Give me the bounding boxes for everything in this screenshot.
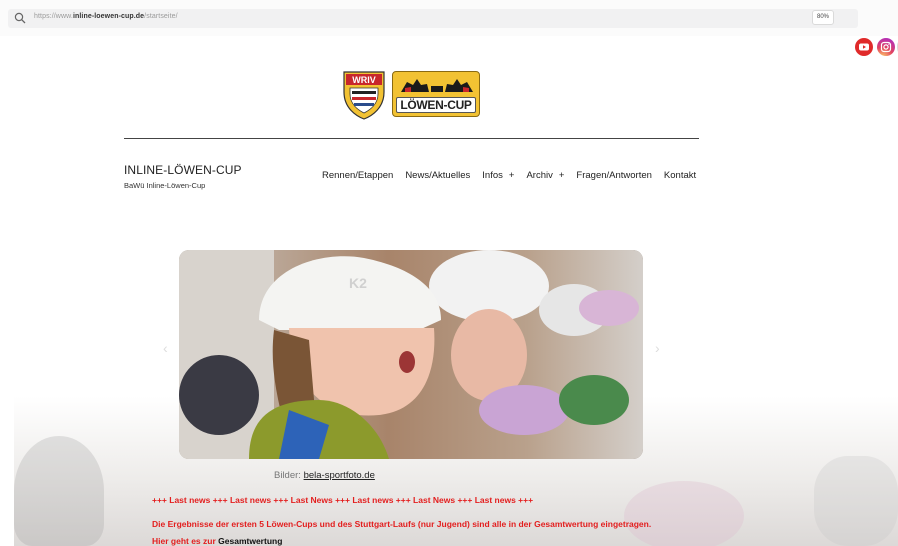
search-icon <box>14 12 26 24</box>
gesamtwertung-link[interactable]: Gesamtwertung <box>218 536 282 546</box>
wriv-logo[interactable]: WRIV <box>342 70 386 120</box>
hero-slider[interactable]: K2 ‹ › <box>179 250 643 459</box>
main-navigation: Rennen/Etappen News/Aktuelles Infos + Ar… <box>322 170 708 181</box>
background-helmet-center <box>624 481 744 546</box>
nav-item-faq[interactable]: Fragen/Antworten <box>576 170 652 181</box>
youtube-icon[interactable] <box>855 38 873 56</box>
nav-expand-archiv-icon[interactable]: + <box>559 170 565 181</box>
web-page: WRIV LÖWEN-CUP INLINE-LÖWEN-CUP BaWü Inl… <box>14 36 898 546</box>
instagram-icon[interactable] <box>877 38 895 56</box>
slider-next-button[interactable]: › <box>655 340 660 356</box>
url-text: https://www.inline-loewen-cup.de/startse… <box>34 13 178 20</box>
wriv-logo-text: WRIV <box>352 75 376 85</box>
loewen-cup-logo-text: LÖWEN-CUP <box>396 97 476 113</box>
nav-expand-infos-icon[interactable]: + <box>509 170 515 181</box>
url-prefix: https://www. <box>34 13 73 20</box>
site-subtitle: BaWü Inline-Löwen-Cup <box>124 181 206 190</box>
photo-credit-label: Bilder: <box>274 470 301 481</box>
nav-item-news[interactable]: News/Aktuelles <box>405 170 470 181</box>
helmet-mark: K2 <box>349 275 367 291</box>
nav-item-infos[interactable]: Infos <box>482 170 503 181</box>
background-helmet-right <box>814 456 898 546</box>
slider-photo: K2 <box>179 250 643 459</box>
url-path: /startseite/ <box>144 13 178 20</box>
nav-item-archiv[interactable]: Archiv <box>526 170 552 181</box>
news-link-prefix: Hier geht es zur <box>152 536 216 546</box>
address-bar[interactable]: https://www.inline-loewen-cup.de/startse… <box>8 9 858 28</box>
site-title[interactable]: INLINE-LÖWEN-CUP <box>124 163 242 177</box>
photo-credit-link[interactable]: bela-sportfoto.de <box>304 470 375 481</box>
url-host: inline-loewen-cup.de <box>72 13 145 20</box>
news-text: Die Ergebnisse der ersten 5 Löwen-Cups u… <box>152 519 652 529</box>
nav-item-rennen[interactable]: Rennen/Etappen <box>322 170 393 181</box>
browser-toolbar: https://www.inline-loewen-cup.de/startse… <box>0 0 898 36</box>
loewen-cup-logo[interactable]: LÖWEN-CUP <box>392 71 480 117</box>
news-ticker: +++ Last news +++ Last news +++ Last New… <box>152 495 534 505</box>
header-divider <box>124 138 699 139</box>
news-link-line: Hier geht es zur Gesamtwertung <box>152 536 282 546</box>
photo-credit: Bilder: bela-sportfoto.de <box>274 470 375 481</box>
background-helmet-left <box>14 436 104 546</box>
slider-prev-button[interactable]: ‹ <box>163 340 168 356</box>
nav-item-kontakt[interactable]: Kontakt <box>664 170 696 181</box>
zoom-level[interactable]: 80% <box>812 10 834 25</box>
lions-emblem <box>401 79 473 92</box>
